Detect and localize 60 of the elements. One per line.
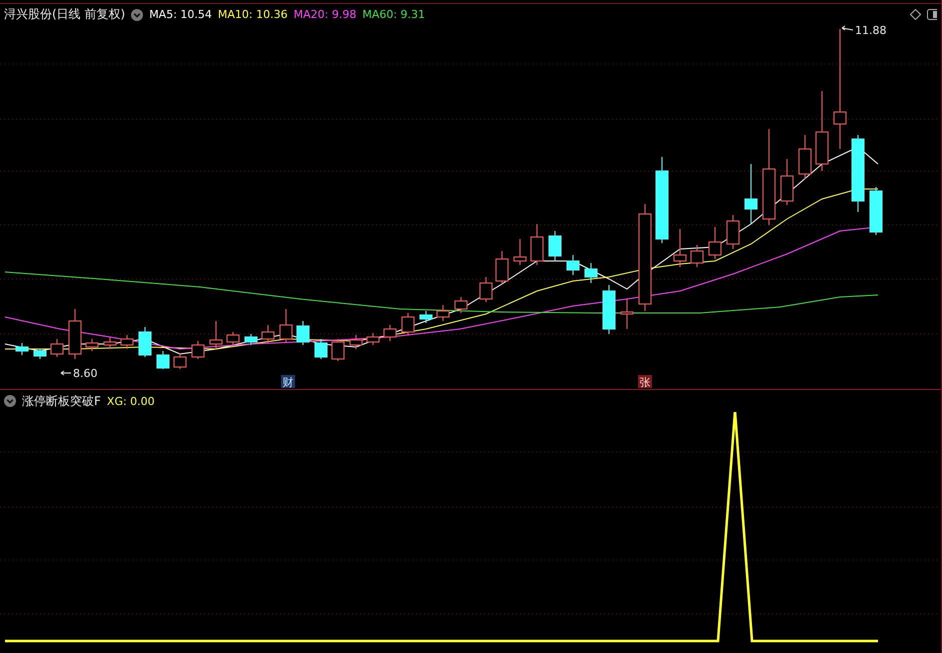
candlestick (436, 304, 450, 322)
high-price-label: 11.88 (855, 25, 886, 37)
candlestick (68, 308, 82, 360)
candlestick (210, 320, 222, 350)
candlestick (120, 334, 134, 350)
candlestick (366, 332, 380, 346)
candlestick (798, 134, 812, 180)
chevron-down-icon[interactable] (131, 8, 144, 20)
candlestick (244, 334, 258, 346)
candlestick (420, 310, 432, 324)
candlestick (86, 338, 98, 352)
candlestick (104, 336, 116, 350)
candlestick (708, 226, 722, 260)
candlestick (674, 228, 686, 268)
candlestick (226, 332, 240, 346)
candlestick (744, 164, 758, 224)
candlestick (350, 334, 362, 350)
candlestick (726, 214, 740, 250)
candlestick (280, 308, 292, 344)
candlestick (548, 230, 562, 262)
candlestick (870, 186, 882, 236)
candlestick (50, 338, 64, 358)
candlestick (780, 158, 794, 206)
candlestick (530, 224, 544, 266)
candlestick (332, 338, 344, 362)
candlestick (384, 324, 396, 342)
moving-average-label: MA60: 9.31 (362, 8, 426, 21)
candlestick (566, 254, 580, 276)
arrow-icon (60, 370, 72, 376)
candlestick (602, 284, 616, 334)
stock-title: 浔兴股份(日线 前复权) (4, 6, 126, 23)
indicator-readout: XG: 0.00 (106, 394, 155, 408)
candlestick (156, 350, 170, 370)
moving-average-label: MA20: 9.98 (294, 8, 356, 21)
candlestick (496, 250, 508, 284)
candlestick (34, 348, 46, 360)
candlestick (314, 338, 328, 360)
candlestick (138, 326, 152, 358)
moving-average-label: MA5: 10.54 (149, 8, 212, 21)
arrow-icon (842, 26, 854, 30)
panel-toggle-icon[interactable] (927, 9, 937, 20)
candlestick (480, 276, 492, 302)
event-marker[interactable]: 张 (638, 375, 652, 389)
chevron-down-icon[interactable] (4, 395, 16, 407)
indicator-title: 涨停断板突破F (22, 392, 101, 410)
candlestick (402, 312, 414, 336)
candlestick (620, 298, 634, 330)
candlestick (262, 324, 274, 344)
moving-average-label: MA10: 10.36 (218, 8, 288, 21)
candlestick (16, 342, 28, 356)
candlestick (192, 340, 204, 360)
candlestick (454, 296, 468, 314)
candlestick (174, 352, 186, 370)
diamond-icon[interactable] (910, 9, 921, 20)
candlestick (514, 238, 526, 266)
candlestick (690, 244, 704, 268)
candlestick (584, 262, 598, 284)
low-price-label: 8.60 (73, 367, 98, 380)
candlestick (296, 320, 310, 346)
event-marker[interactable]: 财 (281, 375, 295, 389)
